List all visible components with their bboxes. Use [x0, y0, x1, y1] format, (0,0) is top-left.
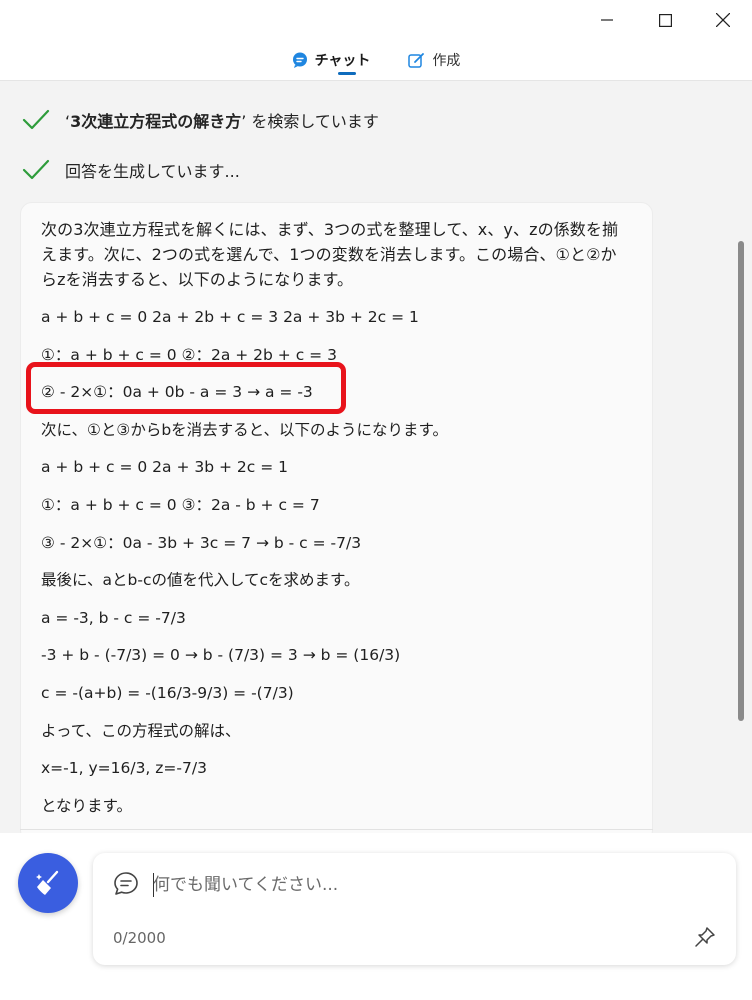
- scrollbar-thumb[interactable]: [738, 241, 744, 721]
- answer-line: x=-1, y=16/3, z=-7/3: [41, 759, 207, 778]
- pin-icon[interactable]: [694, 926, 716, 948]
- chat-icon: [114, 872, 138, 895]
- answer-line: c = -(a+b) = -(16/3-9/3) = -(7/3): [41, 683, 294, 702]
- status-generating-text: 回答を生成しています...: [65, 162, 240, 181]
- status-searching-text: ‘3次連立方程式の解き方’ を検索しています: [65, 112, 379, 131]
- answer-line: ③ - 2×①：0a - 3b + 3c = 7 → b - c = -7/3: [41, 533, 362, 552]
- divider: [20, 829, 653, 830]
- highlight-box: [26, 362, 346, 414]
- mode-tabs: チャット 作成: [0, 40, 752, 81]
- status-searching: ‘3次連立方程式の解き方’ を検索しています: [22, 108, 379, 132]
- answer-line: ①：a + b + c = 0 ③：2a - b + c = 7: [41, 495, 320, 514]
- chat-bubble-icon: [292, 52, 307, 68]
- tab-compose-label: 作成: [432, 53, 461, 69]
- tab-chat[interactable]: チャット: [292, 40, 371, 80]
- status-generating: 回答を生成しています...: [22, 158, 240, 182]
- close-button[interactable]: [694, 0, 752, 40]
- chat-input[interactable]: [153, 870, 673, 900]
- maximize-icon: [658, 13, 672, 27]
- broom-icon: [36, 870, 59, 895]
- answer-line: a + b + c = 0 2a + 2b + c = 3 2a + 3b + …: [41, 308, 419, 326]
- minimize-button[interactable]: [578, 0, 636, 40]
- new-topic-button[interactable]: [18, 853, 78, 913]
- tab-chat-label: チャット: [314, 53, 371, 69]
- answer-line: a + b + c = 0 2a + 3b + 2c = 1: [41, 458, 289, 477]
- compose-icon: [408, 52, 425, 68]
- search-query: 3次連立方程式の解き方: [70, 112, 242, 131]
- answer-card: 次の3次連立方程式を解くには、まず、3つの式を整理して、x、y、zの係数を揃えま…: [20, 202, 653, 833]
- answer-intro: 次の3次連立方程式を解くには、まず、3つの式を整理して、x、y、zの係数を揃えま…: [41, 220, 619, 289]
- minimize-icon: [601, 19, 613, 21]
- maximize-button[interactable]: [636, 0, 694, 40]
- answer-line: 最後に、aとb-cの値を代入してcを求めます。: [41, 571, 360, 590]
- tab-compose[interactable]: 作成: [408, 40, 460, 80]
- answer-line: a = -3, b - c = -7/3: [41, 608, 186, 627]
- checkmark-icon: [22, 109, 50, 130]
- answer-line: 次に、①と③からbを消去すると、以下のようになります。: [41, 420, 448, 439]
- chat-area: ‘3次連立方程式の解き方’ を検索しています 回答を生成しています... 次の3…: [0, 81, 752, 833]
- answer-line: よって、この方程式の解は、: [41, 721, 241, 740]
- composer: 0/2000: [93, 853, 736, 965]
- checkmark-icon: [22, 159, 50, 180]
- window-controls: [578, 0, 752, 40]
- answer-line: となります。: [41, 796, 132, 815]
- character-counter: 0/2000: [113, 929, 166, 947]
- close-icon: [716, 13, 730, 27]
- answer-line: -3 + b - (-7/3) = 0 → b - (7/3) = 3 → b …: [41, 646, 401, 665]
